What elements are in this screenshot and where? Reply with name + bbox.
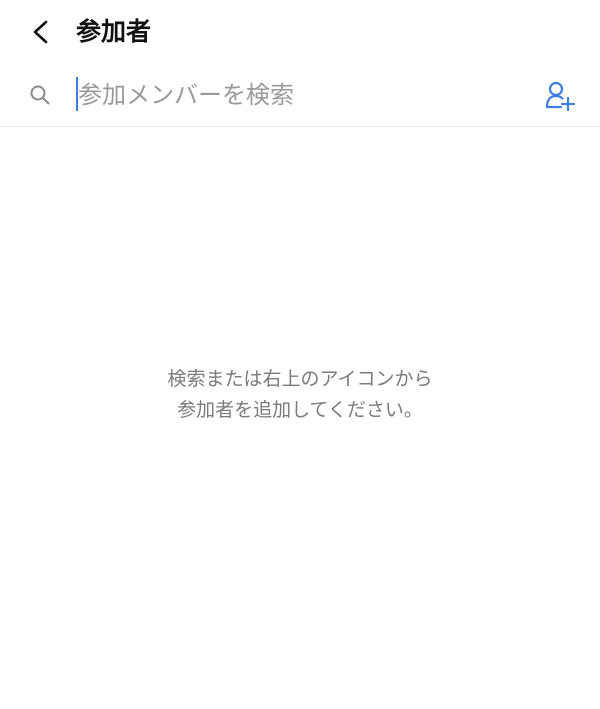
member-search-input[interactable] <box>76 75 518 115</box>
empty-state-message: 検索または右上のアイコンから 参加者を追加してください。 <box>0 364 600 426</box>
add-member-button[interactable] <box>544 80 576 112</box>
chevron-left-icon <box>33 20 48 44</box>
search-bar <box>0 64 600 127</box>
empty-state-line-1: 検索または右上のアイコンから <box>167 368 433 390</box>
text-cursor <box>76 77 78 111</box>
page-title: 参加者 <box>76 17 152 46</box>
search-icon <box>30 85 50 105</box>
empty-state-line-2: 参加者を追加してください。 <box>177 399 423 421</box>
back-button[interactable] <box>22 14 58 50</box>
top-bar: 参加者 <box>0 0 600 64</box>
add-person-icon <box>545 81 576 112</box>
